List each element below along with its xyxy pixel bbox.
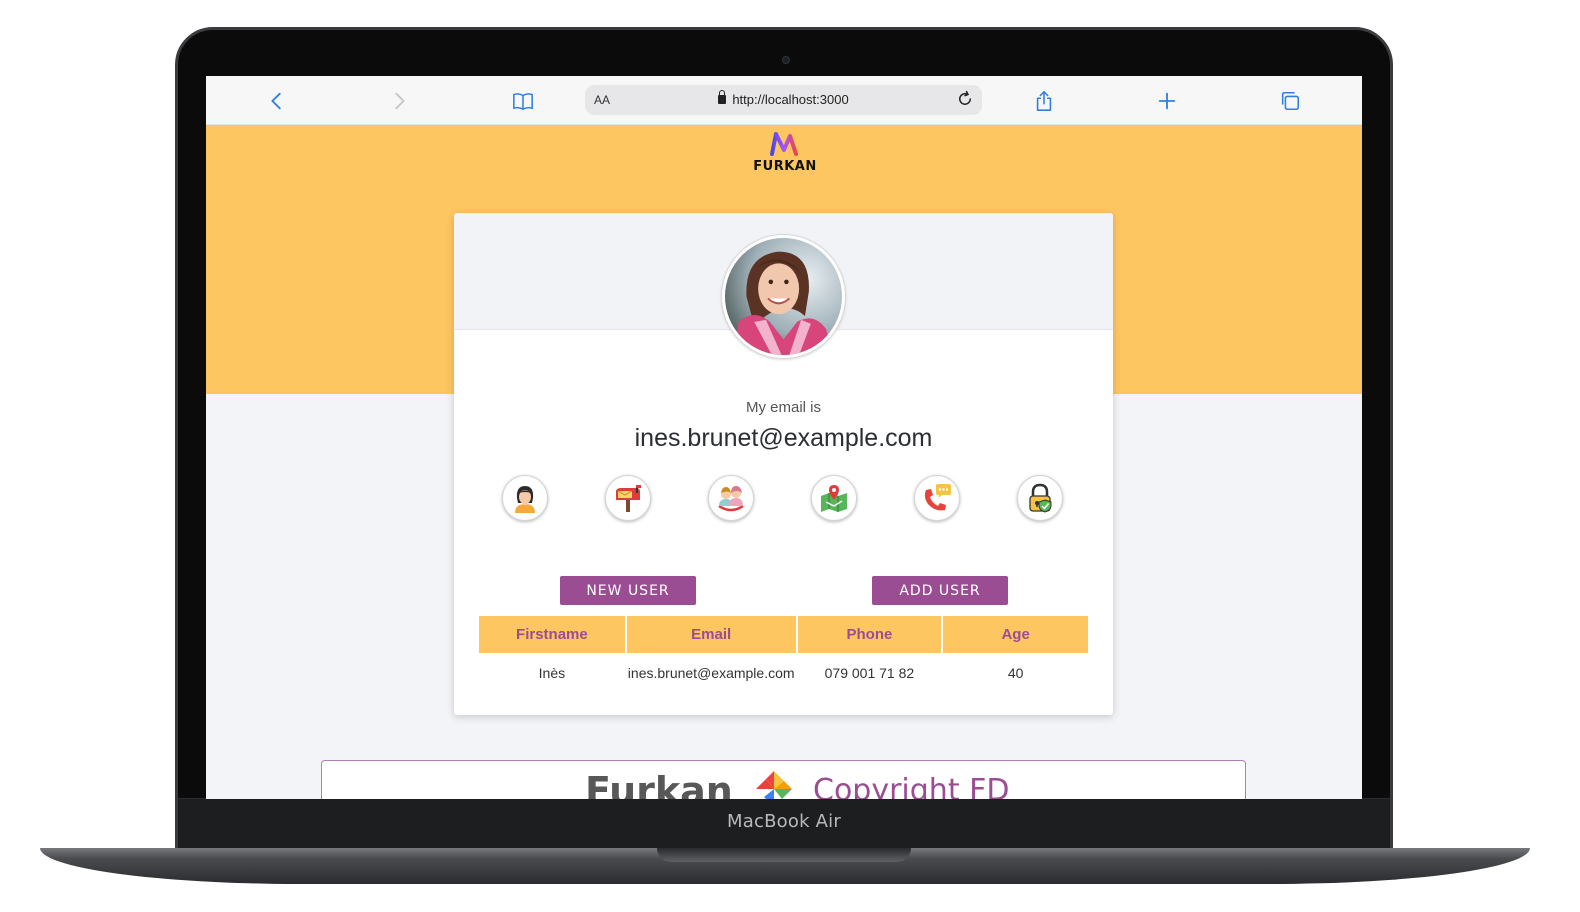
address-bar[interactable]: AA http://localhost:3000 [585,85,982,115]
pinwheel-star-icon [756,771,792,799]
url-text: http://localhost:3000 [732,92,849,107]
cell-age: 40 [1007,665,1024,681]
laptop-chin: MacBook Air [178,798,1390,850]
email-label: My email is [745,399,821,416]
phone-icon[interactable] [914,475,960,521]
cell-email: ines.brunet@example.com [627,665,795,681]
table-header-row: Firstname Email Phone Age [479,616,1088,653]
cell-phone: 079 001 71 82 [824,665,915,681]
table-row[interactable]: Inès ines.brunet@example.com 079 001 71 … [479,653,1088,693]
users-table: Firstname Email Phone Age Inès ines.brun… [477,616,1090,693]
logo-text: FURKAN [753,159,817,174]
browser-screen: AA http://localhost:3000 FURKAN My email… [206,76,1362,799]
column-header-phone[interactable]: Phone [797,616,942,653]
cell-firstname: Inès [538,665,566,681]
mailbox-icon[interactable] [605,475,651,521]
lock-icon [718,90,727,104]
email-value: ines.brunet@example.com [634,424,933,452]
laptop-hinge-notch [657,848,911,862]
profile-card: My email is ines.brunet@example.com NEW … [454,213,1113,715]
logo-mark-icon [770,132,798,156]
device-model-label: MacBook Air [727,811,841,832]
footer-copyright: Copyright FD [813,773,1010,799]
age-icon[interactable] [708,475,754,521]
book-icon[interactable] [510,88,536,114]
column-header-firstname[interactable]: Firstname [479,616,625,653]
column-header-email[interactable]: Email [626,616,796,653]
share-icon[interactable] [1031,88,1057,114]
url-display[interactable]: http://localhost:3000 [585,90,982,107]
camera-icon [782,56,790,64]
chevron-right-icon[interactable] [386,88,412,114]
tabs-icon[interactable] [1277,88,1303,114]
footer: Furkan Copyright FD [321,760,1246,799]
chevron-left-icon[interactable] [264,88,290,114]
column-header-age[interactable]: Age [943,616,1088,653]
footer-brand: Furkan [585,769,733,799]
info-icon-row [502,475,1067,523]
user-icon[interactable] [502,475,548,521]
reload-icon[interactable] [954,88,976,110]
add-user-button[interactable]: ADD USER [872,576,1008,605]
new-user-button[interactable]: NEW USER [560,576,696,605]
map-icon[interactable] [811,475,857,521]
avatar [722,235,845,358]
lock-icon[interactable] [1017,475,1063,521]
furkan-logo[interactable]: FURKAN [750,130,820,174]
plus-icon[interactable] [1154,88,1180,114]
browser-toolbar: AA http://localhost:3000 [206,76,1362,125]
